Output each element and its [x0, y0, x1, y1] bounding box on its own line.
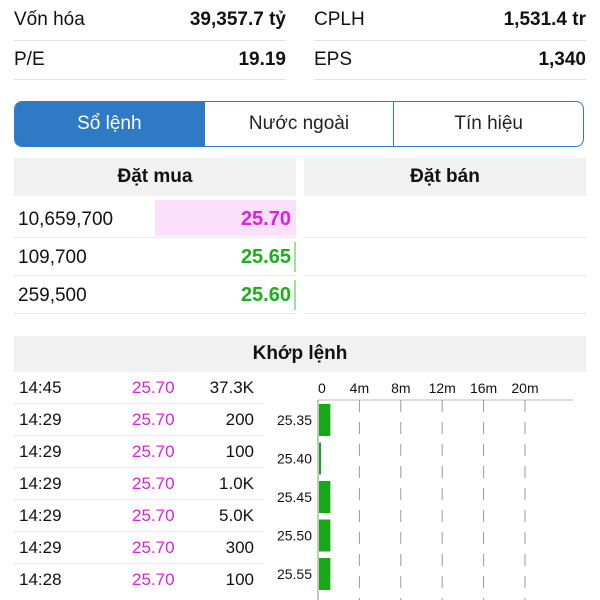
divider — [14, 79, 286, 80]
chart-bar — [319, 481, 331, 513]
trade-row: 14:29 25.70 5.0K — [14, 500, 264, 532]
trade-volume: 100 — [225, 442, 254, 461]
buy-header: Đặt mua — [14, 158, 296, 196]
trade-price: 25.70 — [132, 410, 175, 429]
trade-volume: 300 — [225, 538, 254, 557]
trade-price: 25.70 — [132, 474, 175, 493]
divider — [304, 275, 586, 276]
chart-y-tick-label: 25.50 — [277, 528, 312, 544]
buy-volume-bar — [294, 242, 296, 272]
trade-row: 14:45 25.70 37.3K — [14, 372, 264, 404]
shares-outstanding-label: CPLH — [314, 9, 365, 30]
chart-y-tick-label: 25.40 — [277, 451, 312, 467]
volume-by-price-chart: 0 4m 8m 12m 16m 20m 25.35 25.40 25.45 25.50 25.55 — [277, 380, 573, 600]
trade-volume: 5.0K — [219, 506, 254, 525]
trade-time: 14:45 — [19, 378, 62, 397]
divider — [14, 313, 296, 314]
chart-y-tick-label: 25.45 — [277, 489, 312, 505]
pe-label: P/E — [14, 49, 45, 70]
trade-row: 14:29 25.70 1.0K — [14, 468, 264, 500]
trade-volume: 1.0K — [219, 474, 254, 493]
divider — [314, 79, 586, 80]
chart-y-tick-label: 25.35 — [277, 412, 312, 428]
chart-bar — [319, 519, 331, 552]
chart-x-tick-label: 0 — [318, 380, 326, 396]
trade-volume: 100 — [225, 570, 254, 589]
divider — [304, 313, 586, 314]
stock-stats: Vốn hóa 39,357.7 tỷ CPLH 1,531.4 tr P/E … — [0, 0, 600, 80]
trade-row: 14:29 25.70 300 — [14, 532, 264, 564]
trade-time: 14:29 — [19, 474, 62, 493]
chart-x-tick-label: 12m — [429, 380, 456, 396]
trade-time: 14:29 — [19, 538, 62, 557]
chart-x-tick-label: 20m — [511, 380, 538, 396]
chart-bar — [319, 442, 322, 475]
pe-value: 19.19 — [238, 49, 286, 70]
chart-x-tick-label: 8m — [391, 380, 410, 396]
chart-x-tick-label: 16m — [470, 380, 497, 396]
trade-time: 14:29 — [19, 410, 62, 429]
trade-volume: 37.3K — [209, 378, 254, 397]
trade-volume: 200 — [225, 410, 254, 429]
trade-row: 14:29 25.70 200 — [14, 404, 264, 436]
trade-price: 25.70 — [132, 442, 175, 461]
buy-price: 25.70 — [240, 208, 291, 230]
matched-orders-header: Khớp lệnh — [14, 336, 586, 372]
trade-row: 14:29 25.70 100 — [14, 436, 264, 468]
buy-volume: 10,659,700 — [18, 209, 114, 230]
chart-bar — [319, 558, 331, 590]
eps-label: EPS — [314, 49, 353, 70]
tab-order-book[interactable]: Sổ lệnh — [15, 102, 204, 146]
buy-volume-bar — [294, 280, 296, 310]
trade-row: 14:28 25.70 100 — [14, 564, 264, 596]
chart-y-tick-label: 25.55 — [277, 566, 312, 582]
tab-signals[interactable]: Tín hiệu — [393, 102, 583, 146]
eps-value: 1,340 — [538, 49, 586, 70]
tab-foreign[interactable]: Nước ngoài — [203, 102, 394, 146]
buy-price-cell: 25.65 — [155, 238, 296, 274]
chart-x-tick-label: 4m — [350, 380, 369, 396]
segmented-tabs: Sổ lệnh Nước ngoài Tín hiệu — [14, 101, 584, 147]
trade-time: 14:29 — [19, 506, 62, 525]
market-cap-value: 39,357.7 tỷ — [189, 9, 286, 30]
buy-row: 259,500 25.60 — [14, 276, 296, 314]
trade-price: 25.70 — [132, 570, 175, 589]
chart-bar — [319, 404, 331, 436]
market-cap-label: Vốn hóa — [14, 9, 85, 30]
trade-time: 14:29 — [19, 442, 62, 461]
trade-price: 25.70 — [132, 378, 175, 397]
trade-price: 25.70 — [132, 506, 175, 525]
buy-price-cell: 25.60 — [155, 276, 296, 312]
trade-time: 14:28 — [19, 570, 62, 589]
buy-price: 25.60 — [240, 284, 291, 306]
divider — [304, 237, 586, 238]
buy-row: 10,659,700 25.70 — [14, 200, 296, 238]
buy-volume: 259,500 — [18, 285, 87, 306]
stats-row-market-cap: Vốn hóa 39,357.7 tỷ CPLH 1,531.4 tr — [0, 0, 600, 40]
trade-price: 25.70 — [132, 538, 175, 557]
buy-row: 109,700 25.65 — [14, 238, 296, 276]
sell-header: Đặt bán — [304, 158, 586, 196]
shares-outstanding-value: 1,531.4 tr — [503, 9, 586, 30]
buy-price-cell: 25.70 — [155, 200, 296, 236]
buy-price: 25.65 — [240, 246, 291, 268]
buy-volume: 109,700 — [18, 247, 87, 268]
stats-row-pe: P/E 19.19 EPS 1,340 — [0, 40, 600, 80]
